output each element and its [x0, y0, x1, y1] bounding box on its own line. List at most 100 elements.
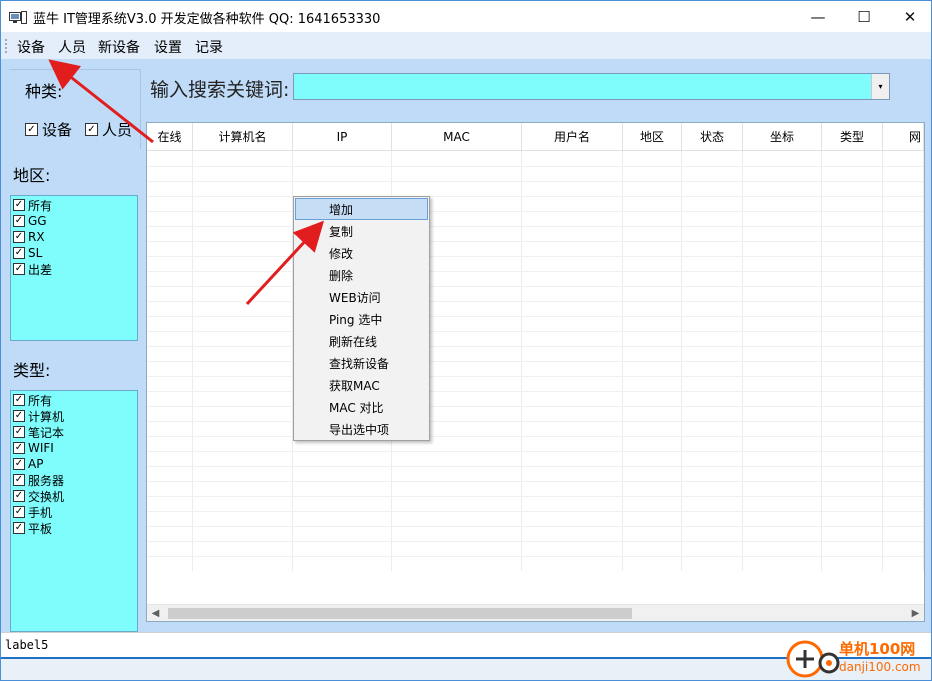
checkmark-icon: ✓: [13, 458, 25, 470]
grid-header: 在线 计算机名 IP MAC 用户名 地区 状态 坐标 类型 网: [147, 123, 924, 151]
kind-device-checkbox[interactable]: ✓ 设备: [25, 119, 72, 140]
ctx-copy[interactable]: 复制: [294, 220, 429, 242]
type-item[interactable]: ✓ 笔记本: [11, 424, 137, 440]
region-item-label: SL: [28, 246, 43, 260]
region-item[interactable]: ✓ GG: [11, 213, 137, 229]
horizontal-scrollbar[interactable]: ◀ ▶: [147, 604, 924, 621]
scroll-left-arrow-icon[interactable]: ◀: [147, 605, 164, 621]
column-header-type[interactable]: 类型: [822, 123, 883, 151]
search-label: 输入搜索关键词:: [150, 79, 290, 101]
close-button[interactable]: ✕: [887, 1, 931, 32]
window-title: 蓝牛 IT管理系统V3.0 开发定做各种软件 QQ: 1641653330: [33, 12, 381, 27]
checkmark-icon: ✓: [13, 474, 25, 486]
title-bar: 蓝牛 IT管理系统V3.0 开发定做各种软件 QQ: 1641653330 — …: [1, 1, 931, 32]
column-header-ip[interactable]: IP: [293, 123, 392, 151]
grid-lines: [147, 151, 924, 571]
type-label: 类型:: [13, 361, 51, 380]
column-header-status[interactable]: 状态: [682, 123, 743, 151]
search-input[interactable]: [294, 74, 872, 99]
ctx-add[interactable]: 增加: [295, 198, 428, 220]
minimize-icon: —: [810, 7, 826, 26]
device-grid[interactable]: 在线 计算机名 IP MAC 用户名 地区 状态 坐标 类型 网 ◀ ▶: [146, 122, 925, 622]
type-item-label: 服务器: [28, 473, 65, 488]
type-item-label: 平板: [28, 521, 53, 536]
ctx-delete[interactable]: 删除: [294, 264, 429, 286]
menu-settings[interactable]: 设置: [154, 37, 182, 57]
checkmark-icon: ✓: [13, 426, 25, 438]
checkmark-icon: ✓: [13, 490, 25, 502]
column-header-region[interactable]: 地区: [623, 123, 682, 151]
checkmark-icon: ✓: [85, 123, 98, 136]
type-item[interactable]: ✓ 所有: [11, 392, 137, 408]
type-item[interactable]: ✓ 平板: [11, 520, 137, 536]
checkmark-icon: ✓: [13, 506, 25, 518]
menu-new-device[interactable]: 新设备: [98, 37, 140, 57]
kind-device-label: 设备: [42, 121, 73, 139]
column-header-username[interactable]: 用户名: [522, 123, 623, 151]
ctx-web-access[interactable]: WEB访问: [294, 286, 429, 308]
checkmark-icon: ✓: [25, 123, 38, 136]
type-checklist[interactable]: ✓ 所有 ✓ 计算机 ✓ 笔记本 ✓ WIFI ✓ AP ✓ 服务器 ✓ 交换机 ✓ 手机 ✓ 平…: [10, 390, 138, 632]
ctx-find-new-device[interactable]: 查找新设备: [294, 352, 429, 374]
region-item[interactable]: ✓ 出差: [11, 261, 137, 277]
grid-body[interactable]: [147, 151, 924, 597]
kind-personnel-checkbox[interactable]: ✓ 人员: [85, 119, 132, 140]
region-item-label: 出差: [28, 262, 53, 277]
minimize-button[interactable]: —: [795, 1, 841, 32]
search-dropdown-button[interactable]: ▾: [871, 74, 889, 99]
menu-personnel[interactable]: 人员: [58, 37, 86, 57]
checkmark-icon: ✓: [13, 394, 25, 406]
type-item[interactable]: ✓ 服务器: [11, 472, 137, 488]
maximize-icon: ☐: [857, 7, 871, 26]
maximize-button[interactable]: ☐: [841, 1, 887, 32]
app-window: 蓝牛 IT管理系统V3.0 开发定做各种软件 QQ: 1641653330 — …: [0, 0, 932, 681]
type-item-label: 手机: [28, 505, 53, 520]
type-item[interactable]: ✓ 交换机: [11, 488, 137, 504]
ctx-refresh-online[interactable]: 刷新在线: [294, 330, 429, 352]
region-item-label: RX: [28, 230, 45, 244]
menu-records[interactable]: 记录: [195, 37, 223, 57]
search-combobox[interactable]: ▾: [293, 73, 890, 100]
region-item[interactable]: ✓ SL: [11, 245, 137, 261]
ctx-export-selected[interactable]: 导出选中项: [294, 418, 429, 440]
region-item[interactable]: ✓ 所有: [11, 197, 137, 213]
column-header-network[interactable]: 网: [883, 123, 924, 151]
ctx-get-mac[interactable]: 获取MAC: [294, 374, 429, 396]
checkmark-icon: ✓: [13, 247, 25, 259]
ctx-ping-selected[interactable]: Ping 选中: [294, 308, 429, 330]
context-menu: 增加 复制 修改 删除 WEB访问 Ping 选中 刷新在线 查找新设备 获取M…: [293, 196, 430, 441]
status-text: label5: [5, 638, 49, 652]
menu-grip-icon: [5, 39, 8, 53]
ctx-edit[interactable]: 修改: [294, 242, 429, 264]
type-item[interactable]: ✓ 手机: [11, 504, 137, 520]
checkmark-icon: ✓: [13, 231, 25, 243]
scrollbar-thumb[interactable]: [168, 608, 632, 619]
column-header-coordinates[interactable]: 坐标: [743, 123, 822, 151]
checkmark-icon: ✓: [13, 199, 25, 211]
type-item-label: 交换机: [28, 489, 65, 504]
watermark-title: 单机100网: [839, 640, 916, 658]
ctx-mac-compare[interactable]: MAC 对比: [294, 396, 429, 418]
region-checklist[interactable]: ✓ 所有 ✓ GG ✓ RX ✓ SL ✓ 出差: [10, 195, 138, 341]
checkmark-icon: ✓: [13, 522, 25, 534]
checkmark-icon: ✓: [13, 442, 25, 454]
checkmark-icon: ✓: [13, 215, 25, 227]
region-item[interactable]: ✓ RX: [11, 229, 137, 245]
menu-bar: 设备 人员 新设备 设置 记录: [1, 32, 931, 59]
region-item-label: 所有: [28, 198, 53, 213]
scroll-right-arrow-icon[interactable]: ▶: [907, 605, 924, 621]
app-window-icon: [9, 11, 27, 24]
close-icon: ✕: [903, 7, 917, 26]
column-header-computer-name[interactable]: 计算机名: [193, 123, 293, 151]
type-item[interactable]: ✓ AP: [11, 456, 137, 472]
type-item[interactable]: ✓ 计算机: [11, 408, 137, 424]
type-item[interactable]: ✓ WIFI: [11, 440, 137, 456]
column-header-online[interactable]: 在线: [147, 123, 193, 151]
menu-device[interactable]: 设备: [17, 37, 45, 57]
column-header-mac[interactable]: MAC: [392, 123, 522, 151]
region-label: 地区:: [13, 166, 51, 185]
kind-label: 种类:: [25, 82, 63, 101]
main-area: 种类: ✓ 设备 ✓ 人员 地区: ✓ 所有 ✓ GG ✓ RX ✓ SL ✓ 出差 类型…: [1, 59, 931, 632]
type-item-label: 所有: [28, 393, 53, 408]
watermark-url: danji100.com: [839, 660, 921, 674]
